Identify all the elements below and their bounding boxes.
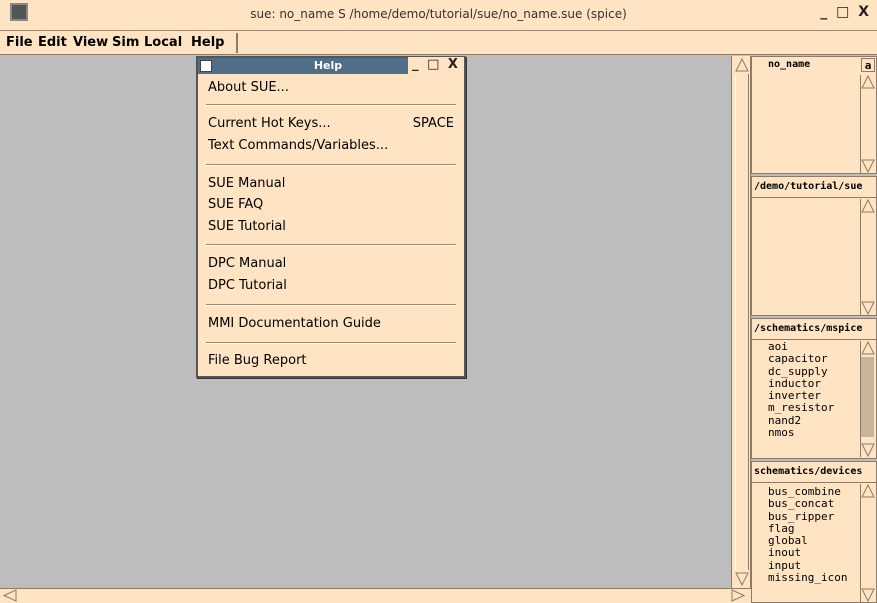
help-window-titlebar[interactable]: Help _ □ X	[198, 57, 464, 75]
menu-item-file-bug-report[interactable]: File Bug Report	[208, 353, 307, 368]
dir-panel-sue-header: /demo/tutorial/sue	[754, 181, 863, 192]
menu-separator	[206, 164, 456, 166]
scroll-left-arrow-icon[interactable]	[3, 589, 17, 602]
panel2-scrollbar[interactable]	[860, 199, 875, 315]
menu-separator	[206, 244, 456, 246]
menu-local[interactable]: Local	[144, 35, 182, 50]
scroll-up-arrow-icon[interactable]	[735, 58, 749, 72]
panel3-scroll-thumb[interactable]	[861, 357, 874, 437]
panel2-down-arrow-icon[interactable]	[861, 301, 875, 315]
dir-panel-devices-header: schematics/devices	[754, 466, 863, 477]
menu-item-about-sue[interactable]: About SUE...	[208, 80, 289, 95]
list-item[interactable]: capacitor	[768, 352, 860, 365]
menu-sim[interactable]: Sim	[112, 35, 139, 50]
list-item[interactable]: m_resistor	[768, 402, 860, 415]
dir-panel-mspice-header: /schematics/mspice	[754, 323, 863, 334]
panel1-scrollbar[interactable]	[860, 75, 875, 173]
scroll-right-arrow-icon[interactable]	[731, 589, 745, 602]
list-item[interactable]: missing_icon	[768, 571, 860, 584]
horizontal-scrollbar[interactable]	[0, 588, 751, 603]
scroll-down-arrow-icon[interactable]	[735, 572, 749, 586]
panel3-scrollbar[interactable]	[860, 341, 875, 457]
menu-separator	[206, 304, 456, 306]
menu-item-sue-manual[interactable]: SUE Manual	[208, 176, 285, 191]
list-item[interactable]: bus_concat	[768, 497, 860, 510]
list-item[interactable]: nmos	[768, 426, 860, 439]
help-window-controls[interactable]: _ □ X	[408, 57, 464, 75]
menu-item-dpc-manual[interactable]: DPC Manual	[208, 256, 286, 271]
panel3-down-arrow-icon[interactable]	[861, 443, 875, 457]
devices-list: bus_combine bus_concat bus_ripper flag g…	[768, 486, 860, 602]
help-window-title: Help	[313, 59, 343, 72]
menubar-divider	[236, 33, 238, 53]
panel-divider	[752, 339, 876, 340]
list-item[interactable]: inout	[768, 547, 860, 560]
menu-view[interactable]: View	[73, 35, 108, 50]
menu-item-mmi-documentation[interactable]: MMI Documentation Guide	[208, 316, 381, 331]
menu-item-dpc-tutorial[interactable]: DPC Tutorial	[208, 278, 287, 293]
panel1-down-arrow-icon[interactable]	[861, 159, 875, 173]
help-window-menu-icon[interactable]	[200, 60, 212, 72]
menu-item-current-hot-keys[interactable]: Current Hot Keys...	[208, 116, 331, 131]
dir-panel-mspice: /schematics/mspice aoi capacitor dc_supp…	[751, 318, 877, 459]
panel1-up-arrow-icon[interactable]	[861, 75, 875, 89]
menubar: File Edit View Sim Local Help	[0, 31, 877, 55]
vertical-scrollbar[interactable]	[731, 56, 751, 588]
menu-separator	[206, 342, 456, 344]
current-schematic-panel: no_name a	[751, 56, 877, 174]
menu-item-text-commands[interactable]: Text Commands/Variables...	[208, 138, 388, 153]
panel4-down-arrow-icon[interactable]	[861, 588, 875, 602]
menu-edit[interactable]: Edit	[38, 35, 67, 50]
hot-key-label: SPACE	[412, 116, 454, 131]
panel3-up-arrow-icon[interactable]	[861, 341, 875, 355]
menu-file[interactable]: File	[6, 35, 33, 50]
window-controls[interactable]: _ □ X	[820, 4, 871, 20]
vertical-scroll-track[interactable]	[735, 74, 749, 570]
mspice-list: aoi capacitor dc_supply inductor inverte…	[768, 341, 860, 457]
panel4-scrollbar[interactable]	[860, 484, 875, 602]
panel-divider	[752, 197, 876, 198]
window-title: sue: no_name S /home/demo/tutorial/sue/n…	[250, 7, 627, 21]
menu-item-sue-faq[interactable]: SUE FAQ	[208, 197, 263, 212]
panel4-up-arrow-icon[interactable]	[861, 484, 875, 498]
menu-separator	[206, 104, 456, 106]
current-schematic-tag[interactable]: a	[861, 58, 875, 72]
menu-help[interactable]: Help	[191, 35, 224, 50]
menu-item-sue-tutorial[interactable]: SUE Tutorial	[208, 219, 286, 234]
panel2-up-arrow-icon[interactable]	[861, 199, 875, 213]
current-schematic-name[interactable]: no_name	[768, 59, 810, 71]
dir-panel-sue: /demo/tutorial/sue	[751, 176, 877, 316]
window-titlebar: sue: no_name S /home/demo/tutorial/sue/n…	[0, 0, 877, 31]
panel-divider	[752, 482, 876, 483]
help-menu-window: Help _ □ X About SUE... Current Hot Keys…	[196, 56, 466, 378]
dir-panel-devices: schematics/devices bus_combine bus_conca…	[751, 461, 877, 603]
